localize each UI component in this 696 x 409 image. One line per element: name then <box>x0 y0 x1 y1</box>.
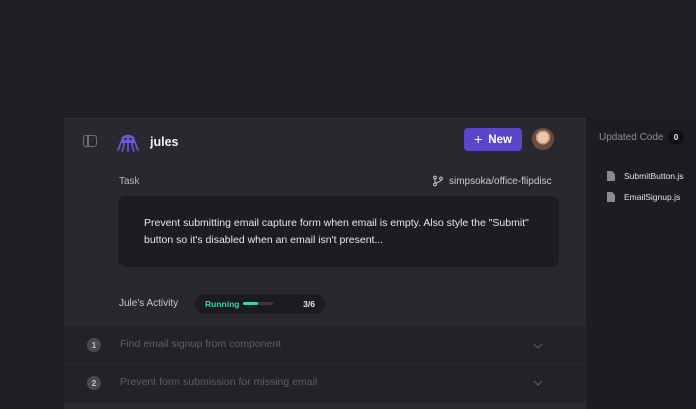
file-name: EmailSignup.js <box>624 192 681 202</box>
progress-bar <box>243 302 273 305</box>
file-item[interactable]: SubmitButton.js <box>607 171 684 181</box>
step-number: 1 <box>87 338 101 352</box>
repo-name: simpsoka/office-flipdisc <box>449 175 552 187</box>
sidebar-toggle-icon[interactable] <box>83 135 97 147</box>
task-description: Prevent submitting email capture form wh… <box>144 217 529 246</box>
file-item[interactable]: EmailSignup.js <box>607 192 680 202</box>
chevron-down-icon[interactable] <box>533 380 543 386</box>
task-description-box: Prevent submitting email capture form wh… <box>118 196 559 267</box>
activity-status-pill: Running 3/6 <box>195 294 325 314</box>
activity-label: Jule's Activity <box>119 298 179 309</box>
file-name: SubmitButton.js <box>624 171 684 181</box>
updated-code-panel <box>585 118 696 409</box>
step-text: Prevent form submission for missing emai… <box>120 376 318 388</box>
new-button-label: New <box>488 133 512 146</box>
app-name: jules <box>150 135 179 149</box>
git-branch-icon <box>433 175 443 187</box>
plus-icon: + <box>474 131 483 147</box>
new-task-button[interactable]: + New <box>464 128 522 151</box>
updated-code-count-badge: 0 <box>668 130 684 144</box>
chevron-down-icon[interactable] <box>533 343 543 349</box>
next-step-row-edge <box>64 403 585 409</box>
updated-code-title: Updated Code <box>599 132 664 143</box>
file-icon <box>607 171 615 181</box>
file-icon <box>607 192 615 202</box>
progress-fill <box>243 302 258 305</box>
repo-selector[interactable]: simpsoka/office-flipdisc <box>432 175 552 187</box>
task-label: Task <box>119 176 140 187</box>
jules-octopus-logo-icon <box>117 134 139 152</box>
step-number: 2 <box>87 376 101 390</box>
step-text: Find email signup from component <box>120 338 282 350</box>
status-text: Running <box>205 299 240 309</box>
progress-count: 3/6 <box>303 299 315 309</box>
user-avatar[interactable] <box>532 128 554 150</box>
